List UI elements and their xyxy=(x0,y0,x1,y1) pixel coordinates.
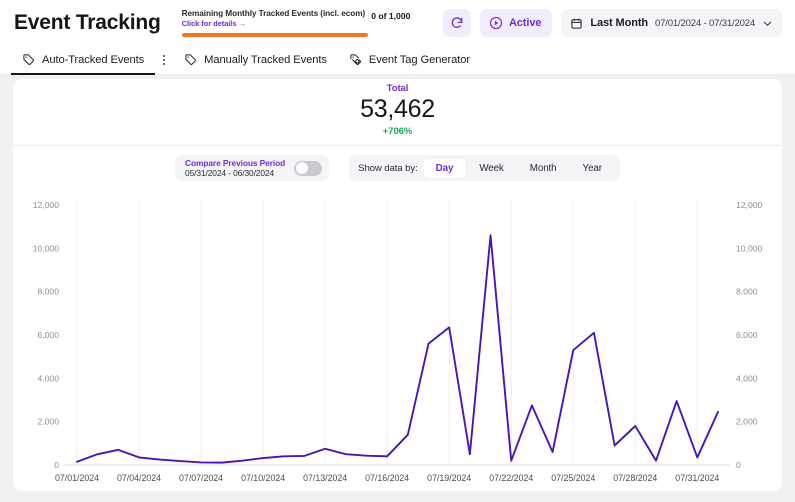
toggle-knob xyxy=(296,162,308,174)
summary-block: Total 53,462 +706% xyxy=(13,79,782,136)
x-axis-tick-label: 07/25/2024 xyxy=(551,473,595,483)
chart-data-line xyxy=(77,235,718,462)
event-tracking-page: Event Tracking Remaining Monthly Tracked… xyxy=(0,0,795,502)
granularity-option-month[interactable]: Month xyxy=(518,159,569,178)
y-axis-tick-label-right: 6,000 xyxy=(736,330,758,340)
x-axis-tick-label: 07/04/2024 xyxy=(117,473,161,483)
tab-event-tag-generator[interactable]: Event Tag Generator xyxy=(338,45,481,75)
quota-label: Remaining Monthly Tracked Events (incl. … xyxy=(182,8,366,19)
tab-bar: Auto-Tracked Events Manually Tracked Eve… xyxy=(0,45,795,75)
header-actions: Active Last Month 07/01/2024 - 07/31/202… xyxy=(443,9,782,37)
tab-label: Auto-Tracked Events xyxy=(42,54,144,66)
y-axis-tick-label: 0 xyxy=(54,460,59,470)
section-divider xyxy=(13,145,782,146)
x-axis-tick-label: 07/16/2024 xyxy=(365,473,409,483)
summary-label: Total xyxy=(13,83,782,94)
quota-widget: Remaining Monthly Tracked Events (incl. … xyxy=(182,8,377,37)
y-axis-tick-label-right: 2,000 xyxy=(736,417,758,427)
date-range-value: 07/01/2024 - 07/31/2024 xyxy=(655,18,755,29)
quota-count: 0 of 1,000 xyxy=(371,8,410,21)
y-axis-tick-label-right: 8,000 xyxy=(736,287,758,297)
granularity-switcher: Show data by: Day Week Month Year xyxy=(349,155,620,181)
quota-details-link[interactable]: Click for details → xyxy=(182,19,366,29)
tab-manually-tracked-events[interactable]: Manually Tracked Events xyxy=(173,45,338,75)
x-axis-tick-label: 07/22/2024 xyxy=(489,473,533,483)
page-title: Event Tracking xyxy=(14,11,161,35)
y-axis-tick-label: 4,000 xyxy=(37,373,59,383)
kebab-dot xyxy=(163,59,165,61)
y-axis-tick-label: 12,000 xyxy=(33,200,60,210)
calendar-icon xyxy=(570,17,583,30)
refresh-icon xyxy=(450,16,464,30)
date-range-label: Last Month xyxy=(590,17,648,29)
kebab-dot xyxy=(163,55,165,57)
events-line-chart: 0 0 2,000 2,000 4,000 4,000 6,000 6,000 8,000 8,0… xyxy=(13,189,782,489)
refresh-button[interactable] xyxy=(443,9,471,37)
summary-value: 53,462 xyxy=(13,95,782,124)
x-axis-tick-label: 07/10/2024 xyxy=(241,473,285,483)
y-axis-tick-label-right: 0 xyxy=(736,460,741,470)
play-circle-icon xyxy=(489,16,503,30)
compare-title: Compare Previous Period xyxy=(185,158,285,168)
chart-svg: 0 0 2,000 2,000 4,000 4,000 6,000 6,000 8,000 8,0… xyxy=(13,189,782,489)
quota-progress-fill xyxy=(182,33,368,37)
quota-progress-bar xyxy=(182,33,368,37)
x-axis-tick-label: 07/13/2024 xyxy=(303,473,347,483)
analytics-card: Total 53,462 +706% Compare Previous Peri… xyxy=(13,79,782,491)
page-header: Event Tracking Remaining Monthly Tracked… xyxy=(0,0,795,45)
status-button[interactable]: Active xyxy=(480,9,552,37)
tab-label: Manually Tracked Events xyxy=(204,54,327,66)
tab-auto-tracked-events[interactable]: Auto-Tracked Events xyxy=(11,45,155,75)
compare-toggle[interactable] xyxy=(294,161,322,176)
summary-delta: +706% xyxy=(13,125,782,136)
y-axis-tick-label: 6,000 xyxy=(37,330,59,340)
tab-label: Event Tag Generator xyxy=(369,54,470,66)
tag-icon xyxy=(184,53,197,66)
y-axis-tick-label-right: 4,000 xyxy=(736,373,758,383)
granularity-option-year[interactable]: Year xyxy=(571,159,614,178)
show-data-by-label: Show data by: xyxy=(358,163,418,174)
tag-icon xyxy=(22,53,35,66)
x-axis-tick-label: 07/01/2024 xyxy=(55,473,99,483)
kebab-dot xyxy=(163,63,165,65)
granularity-option-day[interactable]: Day xyxy=(424,159,466,178)
x-axis-tick-label: 07/28/2024 xyxy=(613,473,657,483)
y-axis-tick-label-right: 10,000 xyxy=(736,243,763,253)
tag-gear-icon xyxy=(349,53,362,66)
chevron-down-icon xyxy=(762,18,773,29)
granularity-option-week[interactable]: Week xyxy=(467,159,515,178)
x-axis-tick-label: 07/07/2024 xyxy=(179,473,223,483)
compare-range: 05/31/2024 - 06/30/2024 xyxy=(185,168,285,178)
y-axis-tick-label: 10,000 xyxy=(33,243,60,253)
y-axis-tick-label-right: 12,000 xyxy=(736,200,763,210)
tab-overflow-menu-button[interactable] xyxy=(157,55,171,65)
status-label: Active xyxy=(509,17,541,29)
y-axis-tick-label: 8,000 xyxy=(37,287,59,297)
x-axis-tick-label: 07/19/2024 xyxy=(427,473,471,483)
date-range-picker[interactable]: Last Month 07/01/2024 - 07/31/2024 xyxy=(561,9,782,37)
chart-controls: Compare Previous Period 05/31/2024 - 06/… xyxy=(13,155,782,181)
x-axis-tick-label: 07/31/2024 xyxy=(675,473,719,483)
compare-previous-period-control[interactable]: Compare Previous Period 05/31/2024 - 06/… xyxy=(175,155,329,181)
y-axis-tick-label: 2,000 xyxy=(37,417,59,427)
